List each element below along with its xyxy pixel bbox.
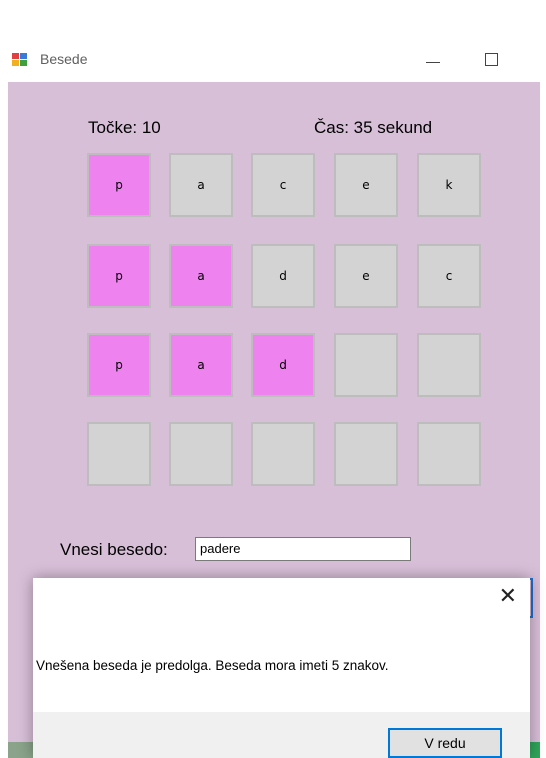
letter-tile	[334, 422, 398, 486]
letter-tile	[417, 333, 481, 397]
letter-tile	[169, 422, 233, 486]
letter-tile: k	[417, 153, 481, 217]
letter-tile	[251, 422, 315, 486]
word-input[interactable]: padere	[195, 537, 411, 561]
letter-tile: c	[251, 153, 315, 217]
window-titlebar: Besede	[0, 34, 546, 82]
app-icon	[12, 53, 29, 68]
letter-tile: d	[251, 333, 315, 397]
close-icon[interactable]: ✕	[499, 586, 517, 608]
score-label: Točke: 10	[88, 118, 161, 137]
window-title: Besede	[40, 51, 88, 67]
background-edge	[530, 742, 540, 758]
input-label: Vnesi besedo:	[60, 540, 168, 559]
time-label: Čas: 35 sekund	[314, 118, 433, 137]
letter-tile: c	[417, 244, 481, 308]
background-edge	[8, 742, 33, 758]
letter-tile	[417, 422, 481, 486]
letter-tile: e	[334, 153, 398, 217]
letter-tile: d	[251, 244, 315, 308]
letter-tile: a	[169, 244, 233, 308]
ok-button[interactable]: V redu	[388, 728, 502, 758]
letter-tile	[334, 333, 398, 397]
dialog-footer: V redu	[33, 712, 530, 758]
letter-tile: a	[169, 333, 233, 397]
letter-tile	[87, 422, 151, 486]
letter-tile: p	[87, 244, 151, 308]
letter-tile: e	[334, 244, 398, 308]
maximize-icon[interactable]	[485, 53, 498, 66]
letter-tile: p	[87, 153, 151, 217]
letter-tile: p	[87, 333, 151, 397]
minimize-icon[interactable]	[426, 62, 440, 63]
dialog-message: Vnešena beseda je predolga. Beseda mora …	[36, 658, 389, 673]
letter-tile: a	[169, 153, 233, 217]
message-dialog: ✕ Vnešena beseda je predolga. Beseda mor…	[33, 578, 530, 758]
